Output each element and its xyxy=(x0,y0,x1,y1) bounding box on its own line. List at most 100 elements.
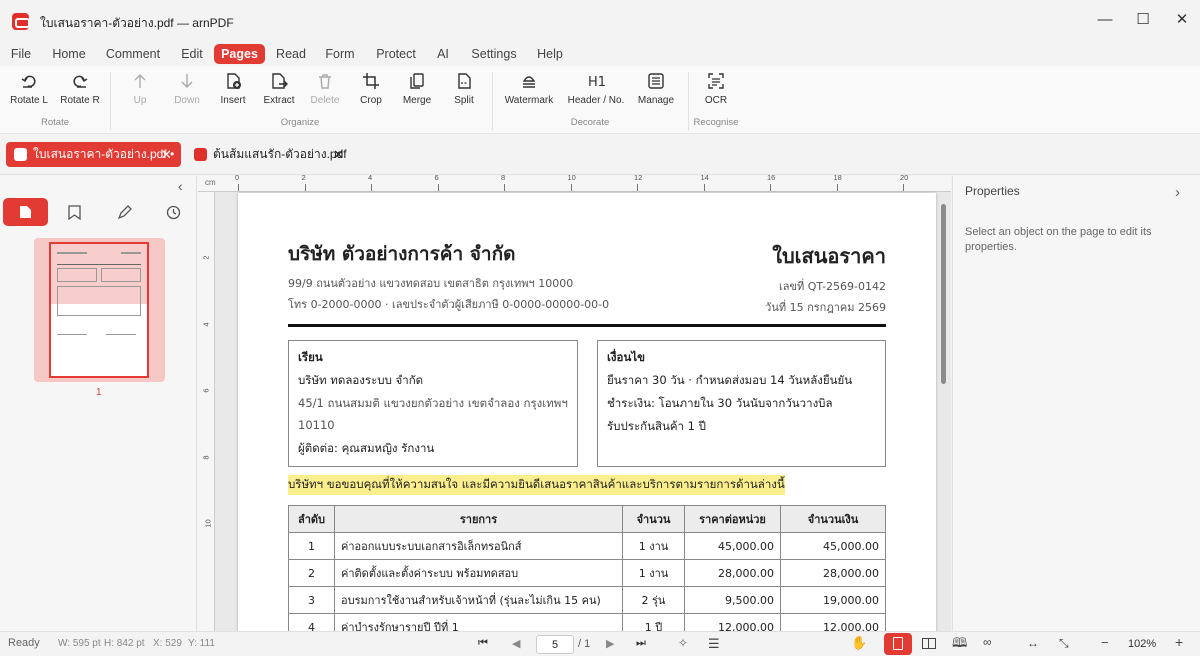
document-date: วันที่ 15 กรกฎาคม 2569 xyxy=(765,301,886,314)
menu-protect[interactable]: Protect xyxy=(374,44,418,64)
ruler-h-tick-mark xyxy=(304,184,306,191)
extract-page-icon xyxy=(272,73,288,89)
hand-tool-icon[interactable]: ✋ xyxy=(851,635,867,651)
header-divider xyxy=(288,324,886,327)
pdf-page[interactable]: บริษัท ตัวอย่างการค้า จำกัด 99/9 ถนนตัวอ… xyxy=(238,193,936,643)
pdf-file-icon xyxy=(14,148,27,161)
page-number-input[interactable]: 5 xyxy=(536,635,574,654)
menu-pages[interactable]: Pages xyxy=(214,44,265,64)
tab-document-2[interactable]: ต้นส้มแสนรัก-ตัวอย่าง.pdf ✕ xyxy=(186,142,356,167)
table-header: ราคาต่อหน่วย xyxy=(684,505,781,533)
menu-edit[interactable]: Edit xyxy=(178,44,206,64)
highlighted-text[interactable]: บริษัทฯ ขอขอบคุณที่ให้ความสนใจ และมีความ… xyxy=(288,475,785,495)
manage-button[interactable]: Manage xyxy=(636,72,676,112)
menu-lines-icon[interactable]: ☰ xyxy=(708,636,720,652)
merge-button[interactable]: Merge xyxy=(398,72,436,112)
menu-file[interactable]: File xyxy=(8,44,34,64)
company-name: บริษัท ตัวอย่างการค้า จำกัด xyxy=(288,243,516,265)
vertical-scrollbar-thumb[interactable] xyxy=(941,204,946,384)
group-organize-label: Organize xyxy=(280,117,320,128)
menu-help[interactable]: Help xyxy=(536,44,564,64)
tab-document-active[interactable]: ใบเสนอราคา-ตัวอย่าง.pdf • ✕ xyxy=(6,142,181,167)
ruler-h-tick-label: 20 xyxy=(900,173,909,182)
fit-page-icon[interactable]: ⤡ xyxy=(1059,636,1069,651)
zoom-level[interactable]: 102% xyxy=(1128,638,1156,650)
table-header: รายการ xyxy=(334,505,623,533)
next-page-icon[interactable]: ▶ xyxy=(606,637,614,650)
insert-page-icon xyxy=(227,73,241,89)
window-title: ใบเสนอราคา-ตัวอย่าง.pdf — arnPDF xyxy=(40,16,234,30)
close-tab-icon[interactable]: ✕ xyxy=(161,142,172,167)
status-x: X: 529 xyxy=(153,638,182,649)
pdf-file-icon xyxy=(194,148,207,161)
ocr-scan-icon xyxy=(708,73,724,89)
rotate-right-icon xyxy=(73,75,88,88)
arrow-down-icon xyxy=(181,74,193,88)
first-page-icon[interactable]: ⏮ xyxy=(478,637,488,650)
header-footer-button[interactable]: H1 Header / No. xyxy=(564,72,628,112)
ocr-button[interactable]: OCR xyxy=(700,72,732,112)
menu-read[interactable]: Read xyxy=(276,44,306,64)
menu-form[interactable]: Form xyxy=(324,44,356,64)
ruler-h-tick-label: 6 xyxy=(434,173,439,182)
insert-page-button[interactable]: Insert xyxy=(214,72,252,112)
move-down-button[interactable]: Down xyxy=(168,72,206,112)
ruler-h-tick-mark xyxy=(437,184,439,191)
properties-hint: Select an object on the page to edit its… xyxy=(965,226,1152,253)
close-tab-icon[interactable]: ✕ xyxy=(333,142,344,167)
two-page-view-icon[interactable] xyxy=(922,638,936,649)
maximize-icon[interactable]: ☐ xyxy=(1131,8,1155,32)
table-header: จำนวนเงิน xyxy=(780,505,886,533)
chevron-right-icon[interactable]: › xyxy=(1175,184,1180,201)
recipient-box: เรียน บริษัท ทดลองระบบ จำกัด 45/1 ถนนสมม… xyxy=(288,340,578,467)
ruler-h-tick-label: 4 xyxy=(368,173,373,182)
reading-glasses-icon[interactable]: ∞ xyxy=(983,635,992,649)
signature-pen-icon[interactable] xyxy=(117,205,132,220)
table-header: ลำดับ xyxy=(288,505,335,533)
ruler-v-tick-label: 4 xyxy=(201,321,211,327)
move-up-button[interactable]: Up xyxy=(124,72,156,112)
collapse-sidebar-icon[interactable]: ‹ xyxy=(178,178,183,194)
rotate-left-button[interactable]: Rotate L xyxy=(8,72,50,112)
page-thumbnail[interactable] xyxy=(34,238,165,382)
ruler-h-tick-mark xyxy=(238,184,239,191)
menu-settings[interactable]: Settings xyxy=(470,44,518,64)
merge-icon xyxy=(410,73,424,89)
watermark-button[interactable]: Watermark xyxy=(502,72,556,112)
split-button[interactable]: Split xyxy=(446,72,482,112)
status-ready: Ready xyxy=(8,637,40,649)
book-view-icon[interactable]: 🕮 xyxy=(952,634,967,656)
menu-ai[interactable]: AI xyxy=(434,44,452,64)
single-page-view-button[interactable] xyxy=(884,633,912,655)
bookmark-icon[interactable] xyxy=(68,205,81,220)
split-icon xyxy=(458,73,471,89)
list-icon xyxy=(648,73,664,89)
properties-panel: Properties › Select an object on the pag… xyxy=(952,176,1200,631)
pin-icon[interactable]: ✧ xyxy=(678,636,688,650)
ruler-v-tick-label: 10 xyxy=(203,519,213,528)
fit-width-icon[interactable]: ↔ xyxy=(1027,636,1039,650)
ruler-h-tick-label: 0 xyxy=(235,173,240,182)
zoom-out-icon[interactable]: − xyxy=(1101,635,1109,650)
crop-button[interactable]: Crop xyxy=(354,72,388,112)
delete-page-button[interactable]: Delete xyxy=(306,72,344,112)
zoom-in-icon[interactable]: + xyxy=(1175,634,1183,650)
history-icon[interactable] xyxy=(166,205,181,220)
left-sidebar: ‹ 1 xyxy=(0,176,197,631)
menu-comment[interactable]: Comment xyxy=(104,44,162,64)
ruler-h-tick-mark xyxy=(703,184,705,191)
ruler-h-tick-mark xyxy=(903,184,904,191)
extract-page-button[interactable]: Extract xyxy=(260,72,298,112)
title-bar: ใบเสนอราคา-ตัวอย่าง.pdf — arnPDF — ☐ ✕ xyxy=(0,0,1200,42)
last-page-icon[interactable]: ⏭ xyxy=(636,637,646,650)
pages-panel-button[interactable] xyxy=(3,198,48,226)
ruler-v-tick-label: 2 xyxy=(201,255,211,260)
rotate-right-button[interactable]: Rotate R xyxy=(58,72,102,112)
menu-home[interactable]: Home xyxy=(50,44,88,64)
prev-page-icon[interactable]: ◀ xyxy=(512,637,520,650)
ruler-h-tick-mark xyxy=(504,184,505,191)
company-address: 99/9 ถนนตัวอย่าง แขวงทดสอบ เขตสาธิต กรุง… xyxy=(288,277,574,290)
close-window-icon[interactable]: ✕ xyxy=(1170,8,1194,32)
minimize-icon[interactable]: — xyxy=(1093,8,1117,32)
ribbon-separator xyxy=(110,72,111,130)
